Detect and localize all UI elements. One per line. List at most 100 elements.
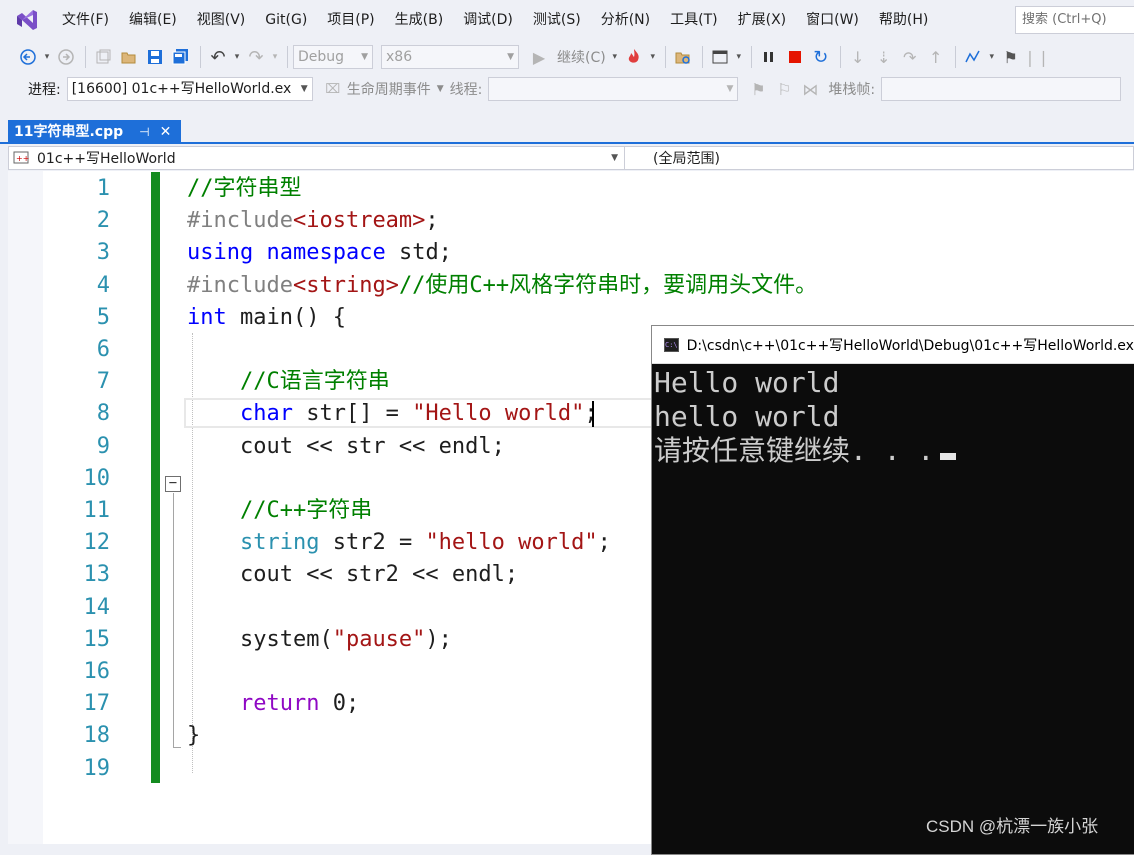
code-line[interactable]: 2 #include<iostream>;	[8, 205, 1134, 237]
toolbar-separator	[701, 46, 703, 68]
pin-icon[interactable]: ⊣	[139, 120, 149, 144]
toolbar-separator	[287, 46, 288, 68]
code-line[interactable]: 3 using namespace std;	[8, 237, 1134, 269]
redo-icon[interactable]: ↷	[244, 45, 268, 69]
step-over-arc-icon[interactable]: ↷	[898, 45, 922, 69]
continue-button[interactable]: 继续(C)	[557, 47, 606, 67]
console-output: Hello world hello world 请按任意键继续. . .	[652, 364, 1134, 468]
navigate-forward-icon[interactable]	[54, 45, 78, 69]
code-token: cout << str << endl;	[187, 433, 505, 459]
menu-item[interactable]: 测试(S)	[523, 0, 591, 40]
lifecycle-events-icon[interactable]: ⌧	[321, 77, 345, 101]
menu-item[interactable]: 帮助(H)	[869, 0, 938, 40]
dropdown-arrow-icon[interactable]: ▾	[270, 45, 280, 69]
code-token: char	[239, 401, 293, 427]
break-all-pause-icon[interactable]	[757, 45, 781, 69]
solution-platform-select[interactable]: x86 ▼	[381, 45, 519, 69]
comment-icon[interactable]: ❘❘	[1023, 45, 1050, 69]
flag-thread-icon[interactable]: ⚑	[746, 77, 770, 101]
line-number: 15	[83, 626, 111, 652]
dropdown-arrow-icon[interactable]: ▾	[610, 45, 620, 69]
menu-item[interactable]: 编辑(E)	[119, 0, 187, 40]
flag-all-threads-icon[interactable]: ⚐	[772, 77, 796, 101]
console-title-bar[interactable]: C:\ D:\csdn\c++\01c++写HelloWorld\Debug\0…	[652, 326, 1134, 364]
project-select[interactable]: ++ 01c++写HelloWorld ▼	[9, 147, 625, 169]
hot-reload-icon[interactable]	[622, 45, 646, 69]
line-number: 16	[83, 659, 111, 684]
step-into-icon[interactable]: ↓	[846, 45, 870, 69]
restart-icon[interactable]: ↻	[809, 45, 833, 69]
menu-item[interactable]: 视图(V)	[187, 0, 256, 40]
code-line[interactable]: 4 #include<string>//使用C++风格字符串时，要调用头文件。	[8, 270, 1134, 302]
step-out-icon[interactable]: ↑	[924, 45, 948, 69]
standard-toolbar: ▾ ↶ ▾ ↷ ▾ Debug ▼ x86 ▼ ▶ 继续(C) ▾ ▾ ▾ ↻ ↓ …	[0, 40, 1134, 74]
toolbar-separator	[200, 46, 201, 68]
process-select[interactable]: [16600] 01c++写HelloWorld.ex ▼	[66, 77, 313, 101]
chevron-down-icon: ▼	[611, 153, 618, 163]
navigate-back-icon[interactable]	[16, 45, 40, 69]
application-insights-icon[interactable]	[708, 45, 732, 69]
code-text: return 0;	[187, 688, 359, 720]
console-window[interactable]: C:\ D:\csdn\c++\01c++写HelloWorld\Debug\0…	[651, 325, 1134, 855]
show-threads-in-source-icon[interactable]: ⋈	[798, 77, 822, 101]
visual-studio-logo-icon[interactable]	[12, 5, 42, 35]
stack-frame-select[interactable]	[881, 77, 1122, 101]
code-token: 0;	[319, 691, 360, 717]
dropdown-arrow-icon[interactable]: ▾	[734, 45, 744, 69]
line-number: 7	[96, 369, 110, 395]
tab-active-document[interactable]: 11字符串型.cpp ⊣ ✕	[8, 120, 181, 144]
menu-item[interactable]: 文件(F)	[52, 0, 119, 40]
undo-icon[interactable]: ↶	[206, 45, 230, 69]
code-token: //C语言字符串	[239, 369, 390, 395]
menu-item[interactable]: 生成(B)	[385, 0, 454, 40]
code-line[interactable]: 1 //字符串型	[8, 173, 1134, 205]
open-file-icon[interactable]	[117, 45, 141, 69]
code-text: #include<string>//使用C++风格字符串时，要调用头文件。	[187, 270, 817, 302]
code-token: int	[187, 304, 227, 330]
scope-select[interactable]: (全局范围)	[625, 147, 720, 169]
menu-item[interactable]: 窗口(W)	[796, 0, 869, 40]
console-title: D:\csdn\c++\01c++写HelloWorld\Debug\01c++…	[686, 337, 1134, 354]
stop-debugging-icon[interactable]	[783, 45, 807, 69]
code-token: }	[187, 723, 201, 749]
menu-item[interactable]: 调试(D)	[453, 0, 523, 40]
menu-item[interactable]: 项目(P)	[317, 0, 384, 40]
code-token: #include	[187, 272, 293, 298]
menu-item[interactable]: 扩展(X)	[728, 0, 797, 40]
lifecycle-events-button[interactable]: 生命周期事件	[347, 79, 431, 99]
dropdown-arrow-icon[interactable]: ▾	[232, 45, 242, 69]
code-token: <string>	[292, 272, 399, 298]
console-line: hello world	[654, 400, 840, 433]
save-all-icon[interactable]	[169, 45, 193, 69]
toolbar-separator	[839, 46, 841, 68]
diagnostic-tools-icon[interactable]	[961, 45, 985, 69]
new-project-icon[interactable]	[91, 45, 115, 69]
line-number: 9	[96, 433, 110, 459]
thread-select[interactable]: ▼	[488, 77, 739, 101]
solution-configuration-select[interactable]: Debug ▼	[293, 45, 373, 69]
dropdown-arrow-icon[interactable]: ▾	[648, 45, 658, 69]
code-token: using	[187, 240, 254, 266]
code-token: main() {	[226, 304, 346, 330]
code-token: string	[239, 530, 320, 556]
close-icon[interactable]: ✕	[160, 120, 172, 144]
format-document-icon[interactable]: ⚑	[999, 45, 1023, 69]
dropdown-arrow-icon[interactable]: ▾	[987, 45, 997, 69]
continue-play-icon[interactable]: ▶	[527, 45, 551, 69]
step-over-icon[interactable]: ⇣	[872, 45, 896, 69]
menu-item[interactable]: Git(G)	[255, 0, 317, 40]
dropdown-arrow-icon[interactable]: ▾	[42, 45, 52, 69]
search-box[interactable]: 搜索 (Ctrl+Q)	[1015, 6, 1134, 34]
menu-item[interactable]: 分析(N)	[591, 0, 660, 40]
save-icon[interactable]	[143, 45, 167, 69]
menu-item[interactable]: 工具(T)	[660, 0, 727, 40]
line-number: 10	[83, 465, 111, 491]
process-value: [16600] 01c++写HelloWorld.ex	[71, 81, 292, 97]
code-text: //C语言字符串	[187, 366, 390, 398]
browse-folder-icon[interactable]	[671, 45, 695, 69]
toolbar-separator	[750, 46, 752, 68]
